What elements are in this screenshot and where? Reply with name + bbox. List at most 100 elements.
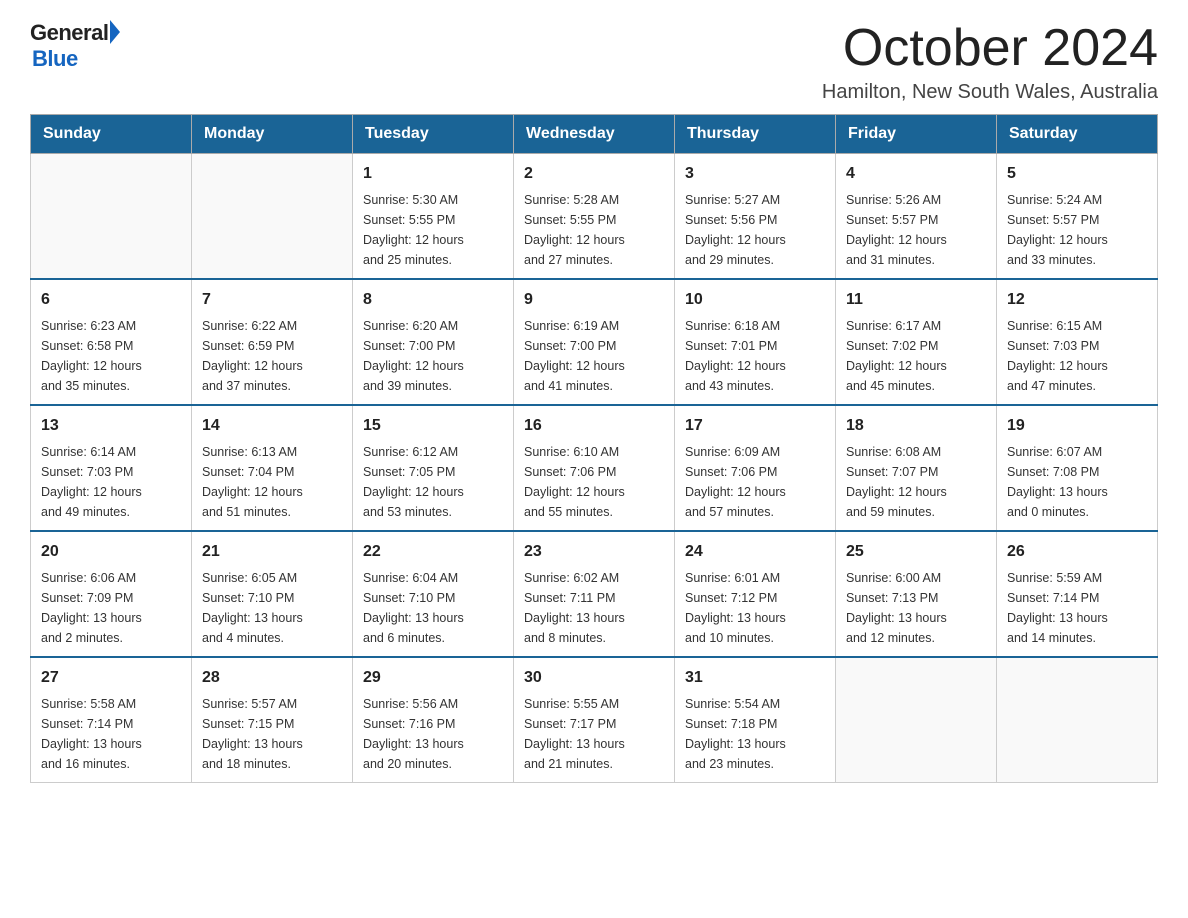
- calendar-cell: 3 Sunrise: 5:27 AMSunset: 5:56 PMDaylight…: [675, 154, 836, 280]
- day-info: Sunrise: 6:07 AMSunset: 7:08 PMDaylight:…: [1007, 442, 1147, 522]
- day-number: 8: [363, 288, 503, 312]
- calendar-cell: 30 Sunrise: 5:55 AMSunset: 7:17 PMDayligh…: [514, 657, 675, 783]
- day-number: 24: [685, 540, 825, 564]
- calendar-cell: 13Sunrise: 6:14 AMSunset: 7:03 PMDayligh…: [31, 405, 192, 531]
- title-area: October 2024 Hamilton, New South Wales, …: [822, 20, 1158, 104]
- day-number: 2: [524, 162, 664, 186]
- day-info: Sunrise: 5:27 AMSunset: 5:56 PMDaylight:…: [685, 190, 825, 270]
- logo: General Blue: [30, 20, 120, 72]
- calendar-day-header: Saturday: [997, 115, 1158, 154]
- logo-triangle-icon: [110, 20, 120, 44]
- day-info: Sunrise: 6:18 AMSunset: 7:01 PMDaylight:…: [685, 316, 825, 396]
- calendar-cell: 18 Sunrise: 6:08 AMSunset: 7:07 PMDayligh…: [836, 405, 997, 531]
- day-number: 3: [685, 162, 825, 186]
- day-info: Sunrise: 5:59 AMSunset: 7:14 PMDaylight:…: [1007, 568, 1147, 648]
- day-info: Sunrise: 6:04 AMSunset: 7:10 PMDaylight:…: [363, 568, 503, 648]
- day-info: Sunrise: 5:58 AMSunset: 7:14 PMDaylight:…: [41, 694, 181, 774]
- calendar-cell: 8Sunrise: 6:20 AMSunset: 7:00 PMDaylight…: [353, 279, 514, 405]
- calendar-day-header: Friday: [836, 115, 997, 154]
- day-info: Sunrise: 6:00 AMSunset: 7:13 PMDaylight:…: [846, 568, 986, 648]
- calendar-body: 1 Sunrise: 5:30 AMSunset: 5:55 PMDaylight…: [31, 154, 1158, 783]
- day-number: 19: [1007, 414, 1147, 438]
- day-info: Sunrise: 5:24 AMSunset: 5:57 PMDaylight:…: [1007, 190, 1147, 270]
- calendar-cell: 20 Sunrise: 6:06 AMSunset: 7:09 PMDayligh…: [31, 531, 192, 657]
- calendar-cell: 24 Sunrise: 6:01 AMSunset: 7:12 PMDayligh…: [675, 531, 836, 657]
- calendar-cell: 12Sunrise: 6:15 AMSunset: 7:03 PMDayligh…: [997, 279, 1158, 405]
- calendar-cell: 29 Sunrise: 5:56 AMSunset: 7:16 PMDayligh…: [353, 657, 514, 783]
- day-info: Sunrise: 5:26 AMSunset: 5:57 PMDaylight:…: [846, 190, 986, 270]
- day-info: Sunrise: 5:55 AMSunset: 7:17 PMDaylight:…: [524, 694, 664, 774]
- day-info: Sunrise: 6:09 AMSunset: 7:06 PMDaylight:…: [685, 442, 825, 522]
- page-header: General Blue October 2024 Hamilton, New …: [30, 20, 1158, 104]
- calendar-day-header: Thursday: [675, 115, 836, 154]
- day-info: Sunrise: 6:12 AMSunset: 7:05 PMDaylight:…: [363, 442, 503, 522]
- calendar-cell: 23 Sunrise: 6:02 AMSunset: 7:11 PMDayligh…: [514, 531, 675, 657]
- day-info: Sunrise: 6:05 AMSunset: 7:10 PMDaylight:…: [202, 568, 342, 648]
- calendar-cell: 7 Sunrise: 6:22 AMSunset: 6:59 PMDaylight…: [192, 279, 353, 405]
- day-info: Sunrise: 6:10 AMSunset: 7:06 PMDaylight:…: [524, 442, 664, 522]
- day-info: Sunrise: 5:54 AMSunset: 7:18 PMDaylight:…: [685, 694, 825, 774]
- calendar-cell: 10Sunrise: 6:18 AMSunset: 7:01 PMDayligh…: [675, 279, 836, 405]
- day-number: 26: [1007, 540, 1147, 564]
- day-number: 5: [1007, 162, 1147, 186]
- day-number: 6: [41, 288, 181, 312]
- calendar-cell: 6 Sunrise: 6:23 AMSunset: 6:58 PMDaylight…: [31, 279, 192, 405]
- day-info: Sunrise: 6:06 AMSunset: 7:09 PMDaylight:…: [41, 568, 181, 648]
- calendar-cell: [31, 154, 192, 280]
- day-info: Sunrise: 5:30 AMSunset: 5:55 PMDaylight:…: [363, 190, 503, 270]
- calendar-day-header: Wednesday: [514, 115, 675, 154]
- day-info: Sunrise: 6:14 AMSunset: 7:03 PMDaylight:…: [41, 442, 181, 522]
- day-number: 11: [846, 288, 986, 312]
- day-number: 30: [524, 666, 664, 690]
- calendar-cell: 15 Sunrise: 6:12 AMSunset: 7:05 PMDayligh…: [353, 405, 514, 531]
- day-number: 23: [524, 540, 664, 564]
- page-subtitle: Hamilton, New South Wales, Australia: [822, 81, 1158, 104]
- day-info: Sunrise: 6:19 AMSunset: 7:00 PMDaylight:…: [524, 316, 664, 396]
- day-number: 27: [41, 666, 181, 690]
- calendar-cell: 19 Sunrise: 6:07 AMSunset: 7:08 PMDayligh…: [997, 405, 1158, 531]
- day-info: Sunrise: 6:13 AMSunset: 7:04 PMDaylight:…: [202, 442, 342, 522]
- day-info: Sunrise: 6:17 AMSunset: 7:02 PMDaylight:…: [846, 316, 986, 396]
- calendar-cell: 28Sunrise: 5:57 AMSunset: 7:15 PMDayligh…: [192, 657, 353, 783]
- calendar-cell: 11 Sunrise: 6:17 AMSunset: 7:02 PMDayligh…: [836, 279, 997, 405]
- day-number: 9: [524, 288, 664, 312]
- calendar-day-header: Tuesday: [353, 115, 514, 154]
- day-number: 22: [363, 540, 503, 564]
- day-info: Sunrise: 6:08 AMSunset: 7:07 PMDaylight:…: [846, 442, 986, 522]
- day-info: Sunrise: 6:23 AMSunset: 6:58 PMDaylight:…: [41, 316, 181, 396]
- calendar-cell: [192, 154, 353, 280]
- calendar-cell: [997, 657, 1158, 783]
- calendar-cell: 17Sunrise: 6:09 AMSunset: 7:06 PMDayligh…: [675, 405, 836, 531]
- day-number: 7: [202, 288, 342, 312]
- calendar-day-header: Monday: [192, 115, 353, 154]
- day-number: 29: [363, 666, 503, 690]
- calendar-cell: 21 Sunrise: 6:05 AMSunset: 7:10 PMDayligh…: [192, 531, 353, 657]
- day-info: Sunrise: 6:01 AMSunset: 7:12 PMDaylight:…: [685, 568, 825, 648]
- day-number: 20: [41, 540, 181, 564]
- day-info: Sunrise: 5:56 AMSunset: 7:16 PMDaylight:…: [363, 694, 503, 774]
- calendar-table: SundayMondayTuesdayWednesdayThursdayFrid…: [30, 114, 1158, 783]
- calendar-cell: 27 Sunrise: 5:58 AMSunset: 7:14 PMDayligh…: [31, 657, 192, 783]
- day-number: 14: [202, 414, 342, 438]
- day-number: 21: [202, 540, 342, 564]
- day-number: 18: [846, 414, 986, 438]
- calendar-cell: 26 Sunrise: 5:59 AMSunset: 7:14 PMDayligh…: [997, 531, 1158, 657]
- calendar-cell: 4Sunrise: 5:26 AMSunset: 5:57 PMDaylight…: [836, 154, 997, 280]
- logo-general-text: General: [30, 20, 108, 46]
- day-number: 15: [363, 414, 503, 438]
- calendar-header: SundayMondayTuesdayWednesdayThursdayFrid…: [31, 115, 1158, 154]
- calendar-cell: 5 Sunrise: 5:24 AMSunset: 5:57 PMDaylight…: [997, 154, 1158, 280]
- calendar-cell: 25Sunrise: 6:00 AMSunset: 7:13 PMDayligh…: [836, 531, 997, 657]
- calendar-cell: 1 Sunrise: 5:30 AMSunset: 5:55 PMDaylight…: [353, 154, 514, 280]
- day-number: 1: [363, 162, 503, 186]
- logo-blue-text: Blue: [32, 46, 78, 72]
- day-info: Sunrise: 6:02 AMSunset: 7:11 PMDaylight:…: [524, 568, 664, 648]
- day-number: 31: [685, 666, 825, 690]
- calendar-cell: 31 Sunrise: 5:54 AMSunset: 7:18 PMDayligh…: [675, 657, 836, 783]
- calendar-day-header: Sunday: [31, 115, 192, 154]
- calendar-cell: 9 Sunrise: 6:19 AMSunset: 7:00 PMDaylight…: [514, 279, 675, 405]
- calendar-cell: 16Sunrise: 6:10 AMSunset: 7:06 PMDayligh…: [514, 405, 675, 531]
- calendar-cell: 2Sunrise: 5:28 AMSunset: 5:55 PMDaylight…: [514, 154, 675, 280]
- day-info: Sunrise: 5:57 AMSunset: 7:15 PMDaylight:…: [202, 694, 342, 774]
- day-info: Sunrise: 6:22 AMSunset: 6:59 PMDaylight:…: [202, 316, 342, 396]
